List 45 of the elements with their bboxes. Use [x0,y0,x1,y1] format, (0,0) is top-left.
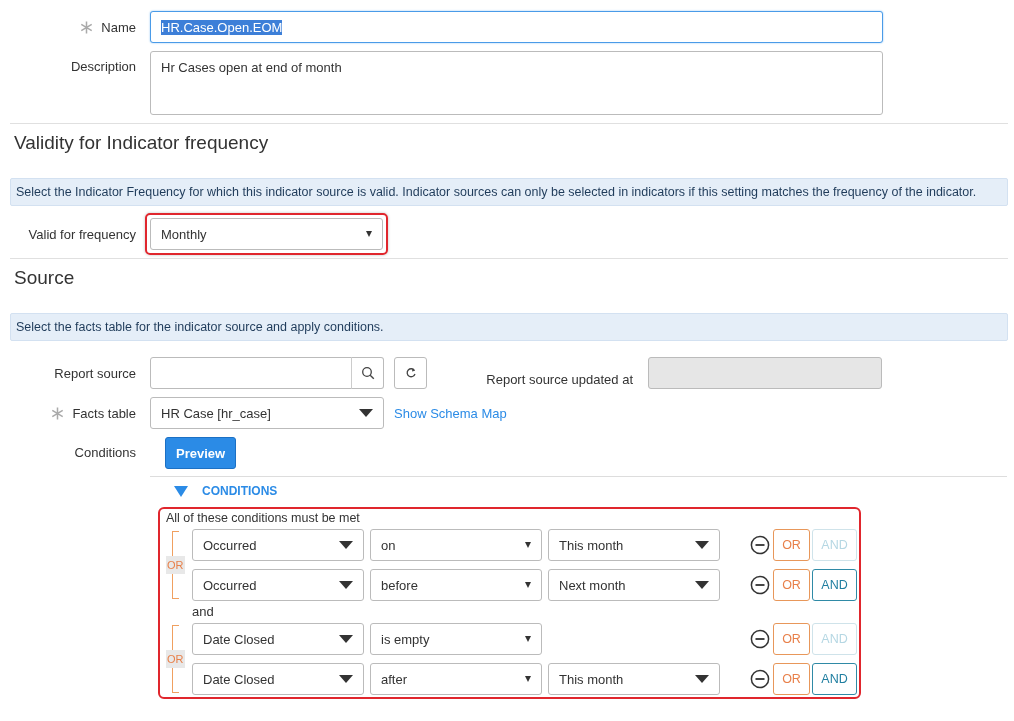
and-button[interactable]: AND [812,663,857,695]
info-banner: Select the facts table for the indicator source and apply conditions. [10,313,1008,341]
field-select[interactable]: Date Closed [192,623,364,655]
value-select[interactable]: Next month [548,569,720,601]
refresh-icon [404,367,417,379]
frequency-select[interactable]: Monthly [150,218,383,250]
description-textarea[interactable]: Hr Cases open at end of month [150,51,883,115]
remove-condition-icon[interactable] [750,535,770,555]
operator-select[interactable]: on [370,529,542,561]
and-button[interactable]: AND [812,569,857,601]
remove-condition-icon[interactable] [750,629,770,649]
or-tag: OR [166,650,185,668]
value-select[interactable]: This month [548,529,720,561]
or-tag: OR [166,556,185,574]
remove-condition-icon[interactable] [750,575,770,595]
value-select[interactable]: This month [548,663,720,695]
info-banner: Select the Indicator Frequency for which this indicator source is valid. Indicator sources can only be selected in indicators if this setting matches the frequency of the indicator. [10,178,1008,206]
joiner-text: and [192,604,215,619]
schema-map-link[interactable]: Show Schema Map [394,405,507,421]
search-button[interactable] [351,357,384,389]
field-select[interactable]: Date Closed [192,663,364,695]
operator-select[interactable]: after [370,663,542,695]
field-select[interactable]: Occurred [192,529,364,561]
field-label: Report source [54,365,136,381]
name-input[interactable]: HR.Case.Open.EOM [150,11,883,43]
field-select[interactable]: Occurred [192,569,364,601]
field-label: Description [70,59,136,74]
conditions-header: CONDITIONS [202,484,278,498]
report-source-input[interactable] [150,357,352,389]
field-label: Name [101,19,136,35]
expand-toggle-icon[interactable] [174,485,188,497]
field-label: Report source updated at [486,372,633,387]
remove-condition-icon[interactable] [750,669,770,689]
field-label: Conditions [74,445,136,460]
preview-button[interactable]: Preview [165,437,237,469]
search-icon [360,366,375,380]
operator-select[interactable]: is empty [370,623,542,655]
field-label: Facts table [72,405,136,421]
section-heading: Validity for Indicator frequency [14,132,270,154]
conditions-intro: All of these conditions must be met [166,511,361,525]
field-label: Valid for frequency [28,226,136,242]
section-heading: Source [14,267,76,289]
facts-table-select[interactable]: HR Case [hr_case] [150,397,384,429]
refresh-button[interactable] [394,357,427,389]
operator-select[interactable]: before [370,569,542,601]
